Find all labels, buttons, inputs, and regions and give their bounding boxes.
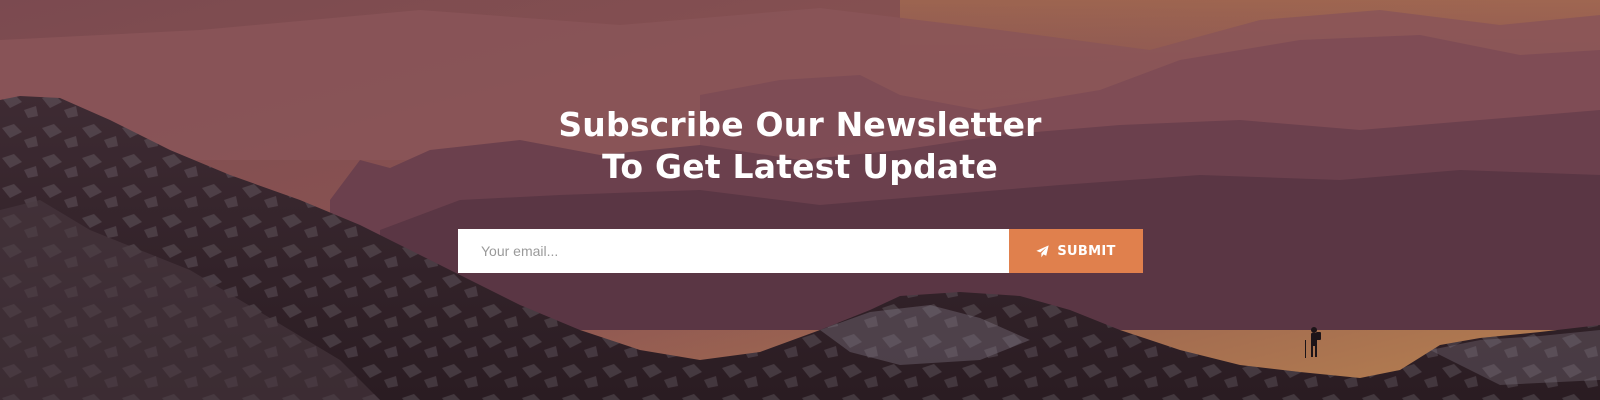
heading-line-2: To Get Latest Update [602, 147, 998, 186]
email-input[interactable] [458, 229, 1009, 273]
submit-label: SUBMIT [1057, 243, 1116, 259]
heading-line-1: Subscribe Our Newsletter [558, 105, 1042, 144]
newsletter-hero: Subscribe Our Newsletter To Get Latest U… [0, 0, 1600, 400]
submit-button[interactable]: SUBMIT [1009, 229, 1143, 273]
newsletter-heading: Subscribe Our Newsletter To Get Latest U… [0, 104, 1600, 188]
paper-plane-icon [1036, 244, 1050, 258]
newsletter-content: Subscribe Our Newsletter To Get Latest U… [0, 0, 1600, 400]
subscribe-form: SUBMIT [458, 229, 1143, 273]
